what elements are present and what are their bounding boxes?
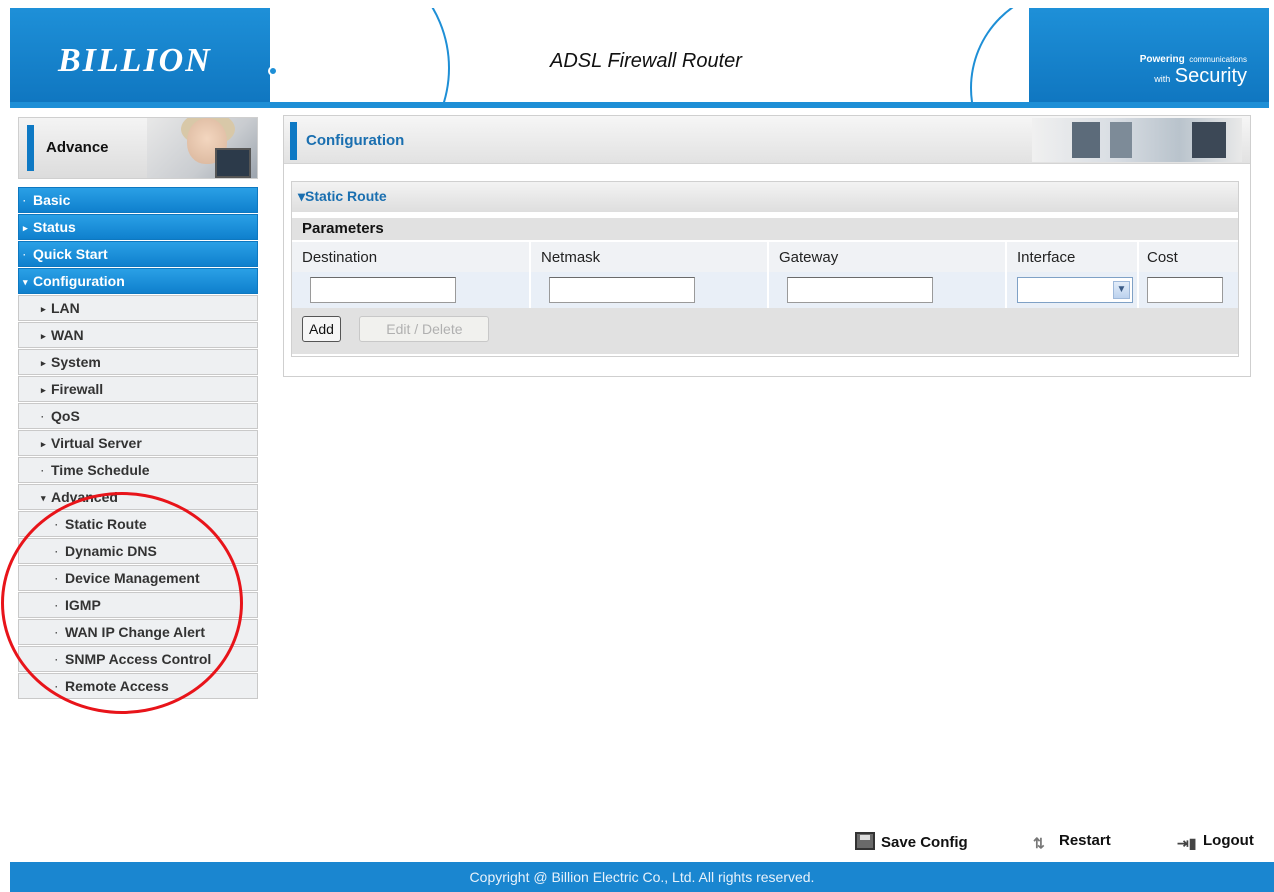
header-right-panel: Powering communications with Security — [1029, 8, 1269, 102]
banner-window — [1072, 122, 1100, 158]
button-row: Add Edit / Delete — [292, 308, 1238, 354]
tagline: Powering communications with Security — [1139, 54, 1247, 87]
sidebar-item-virtual-server[interactable]: ▸ Virtual Server — [18, 430, 258, 456]
sidebar-header-bar — [27, 125, 34, 171]
destination-cell — [292, 272, 531, 308]
office-banner-image — [1032, 118, 1242, 162]
sidebar-item-lan[interactable]: ▸ LAN — [18, 295, 258, 321]
route-table: Destination Netmask Gateway Interface Co… — [292, 242, 1238, 308]
section-title[interactable]: ▾Static Route — [292, 182, 1238, 212]
restart-arrows-icon: ⇅ — [1033, 835, 1045, 851]
swoosh-decoration — [210, 8, 450, 102]
interface-select[interactable]: ▼ — [1017, 277, 1133, 303]
sidebar-item-advanced[interactable]: ▾ Advanced — [18, 484, 258, 510]
parameters-label: Parameters — [292, 218, 1238, 240]
banner-monitor — [1192, 122, 1226, 158]
gateway-cell — [768, 272, 1007, 308]
sidebar-header-label: Advance — [46, 139, 109, 156]
door-exit-icon: ⇥▮ — [1177, 835, 1197, 851]
destination-input[interactable] — [310, 277, 456, 303]
save-config-button[interactable]: Save Config — [855, 832, 968, 851]
sidebar-item-basic[interactable]: · Basic — [18, 187, 258, 213]
column-interface: Interface — [1006, 242, 1139, 272]
sidebar-item-igmp[interactable]: · IGMP — [18, 592, 258, 618]
sidebar-item-device-management[interactable]: · Device Management — [18, 565, 258, 591]
cost-cell — [1138, 272, 1238, 308]
swoosh-dot-left — [268, 66, 278, 76]
table-header-row: Destination Netmask Gateway Interface Co… — [292, 242, 1238, 272]
chevron-down-icon[interactable]: ▼ — [1113, 281, 1130, 299]
static-route-section: ▾Static Route Parameters Destination Net… — [291, 181, 1239, 357]
photo-monitor — [215, 148, 251, 178]
netmask-cell — [530, 272, 769, 308]
interface-cell: ▼ — [1006, 272, 1139, 308]
configuration-header: Configuration — [284, 116, 1250, 164]
sidebar-item-configuration[interactable]: ▾ Configuration — [18, 268, 258, 294]
sidebar-item-remote-access[interactable]: · Remote Access — [18, 673, 258, 699]
banner-window — [1110, 122, 1132, 158]
billion-logo: BILLION — [58, 42, 212, 79]
action-bar: Save Config ⇅ Restart ⇥▮ Logout — [855, 832, 1274, 856]
logout-button[interactable]: ⇥▮ Logout — [1177, 832, 1254, 853]
header-banner: BILLION ADSL Firewall Router Powering co… — [10, 8, 1269, 108]
edit-delete-button[interactable]: Edit / Delete — [359, 316, 490, 342]
header-title: ADSL Firewall Router — [550, 50, 742, 72]
sidebar-item-wan[interactable]: ▸ WAN — [18, 322, 258, 348]
configuration-header-bar — [290, 122, 297, 160]
column-netmask: Netmask — [530, 242, 769, 272]
restart-button[interactable]: ⇅ Restart — [1033, 832, 1111, 853]
sidebar-menu: · Basic ▸ Status · Quick Start ▾ Configurati… — [18, 187, 258, 700]
sidebar-item-snmp-access-control[interactable]: · SNMP Access Control — [18, 646, 258, 672]
column-cost: Cost — [1138, 242, 1238, 272]
sidebar-item-quick-start[interactable]: · Quick Start — [18, 241, 258, 267]
page-title: Configuration — [306, 132, 405, 149]
sidebar-item-static-route[interactable]: · Static Route — [18, 511, 258, 537]
sidebar-item-qos[interactable]: · QoS — [18, 403, 258, 429]
gateway-input[interactable] — [787, 277, 933, 303]
cost-input[interactable] — [1147, 277, 1223, 303]
sidebar-item-firewall[interactable]: ▸ Firewall — [18, 376, 258, 402]
column-destination: Destination — [292, 242, 531, 272]
sidebar-header: Advance — [18, 117, 258, 179]
sidebar-item-system[interactable]: ▸ System — [18, 349, 258, 375]
copyright-text: Copyright @ Billion Electric Co., Ltd. A… — [469, 869, 815, 885]
sidebar-item-wan-ip-change-alert[interactable]: · WAN IP Change Alert — [18, 619, 258, 645]
sidebar-item-dynamic-dns[interactable]: · Dynamic DNS — [18, 538, 258, 564]
table-input-row: ▼ — [292, 272, 1238, 308]
main-panel: Configuration ▾Static Route Parameters D… — [283, 115, 1251, 377]
sidebar-item-time-schedule[interactable]: · Time Schedule — [18, 457, 258, 483]
floppy-disk-icon — [855, 832, 875, 850]
add-button[interactable]: Add — [302, 316, 341, 342]
netmask-input[interactable] — [549, 277, 695, 303]
footer: Copyright @ Billion Electric Co., Ltd. A… — [10, 862, 1274, 892]
column-gateway: Gateway — [768, 242, 1007, 272]
sidebar-header-photo — [147, 118, 257, 178]
sidebar-item-status[interactable]: ▸ Status — [18, 214, 258, 240]
